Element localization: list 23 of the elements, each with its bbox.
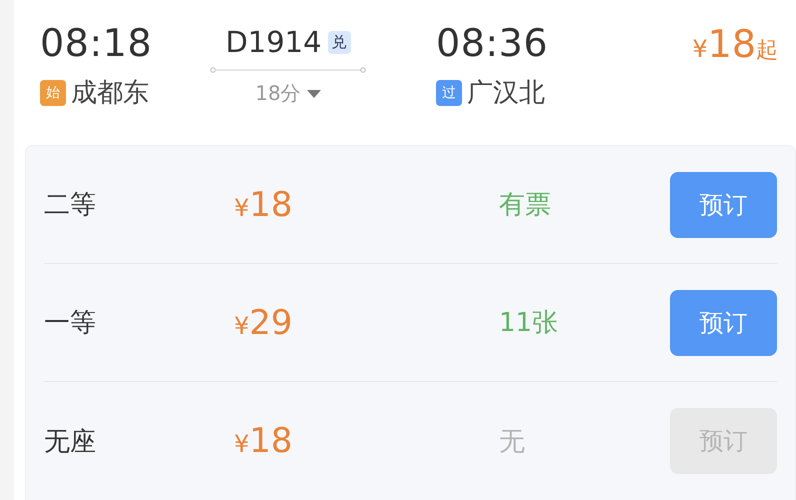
train-number: D1914: [225, 24, 322, 60]
ticket-availability: 有票: [499, 189, 551, 222]
min-price: ¥18起: [692, 22, 778, 66]
ticket-availability: 11张: [499, 307, 558, 340]
route-line-icon: [210, 66, 366, 74]
arrival-time: 08:36: [436, 20, 548, 66]
start-station-tag: 始: [40, 80, 66, 106]
seat-class: 二等: [44, 189, 97, 222]
duration-toggle[interactable]: 18分: [255, 80, 321, 107]
pass-station-tag: 过: [436, 80, 462, 106]
departure-station: 成都东: [71, 78, 149, 108]
seat-class: 一等: [44, 307, 97, 340]
book-button[interactable]: 预订: [670, 172, 777, 238]
seat-price: ¥18: [234, 421, 294, 461]
departure-time: 08:18: [40, 20, 152, 66]
seat-price: ¥29: [234, 302, 294, 342]
seat-class: 无座: [44, 426, 97, 458]
book-button[interactable]: 预订: [670, 290, 777, 356]
train-badge: 兑: [328, 30, 351, 54]
caret-icon: [306, 88, 321, 98]
ticket-availability: 无: [499, 426, 525, 458]
seat-price: ¥18: [234, 184, 294, 224]
arrival-station: 广汉北: [467, 78, 546, 108]
